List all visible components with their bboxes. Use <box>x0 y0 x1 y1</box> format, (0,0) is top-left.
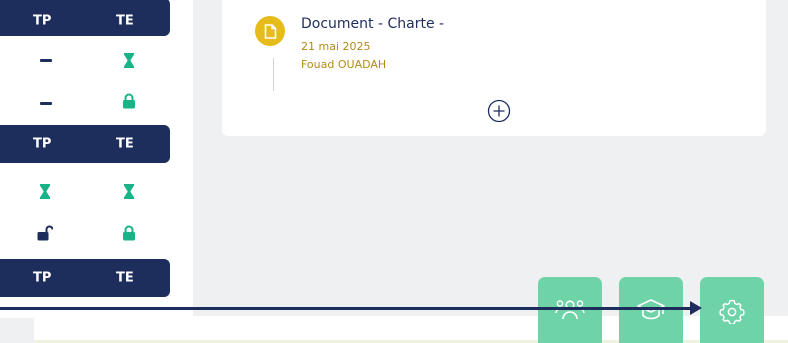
plus-circle-icon <box>487 99 511 123</box>
hourglass-icon[interactable] <box>37 183 53 199</box>
add-document-button[interactable] <box>486 98 512 124</box>
lock-closed-icon[interactable] <box>121 93 137 109</box>
dash-icon <box>38 95 54 111</box>
document-icon[interactable] <box>255 16 285 46</box>
grid-header-bottom: TP TE <box>0 259 170 297</box>
grid-header-mid: TP TE <box>0 125 170 163</box>
pointer-arrow-head <box>690 301 702 315</box>
col-te-label: TE <box>116 13 134 29</box>
lock-open-icon[interactable] <box>37 225 53 241</box>
col-te-label: TE <box>116 136 134 152</box>
education-button[interactable] <box>619 277 683 343</box>
users-icon <box>555 300 585 320</box>
lock-closed-icon[interactable] <box>121 225 137 241</box>
graduation-cap-icon <box>637 299 665 320</box>
col-tp-label: TP <box>33 270 52 286</box>
gear-icon <box>719 299 745 324</box>
document-date: 21 mai 2025 <box>301 40 371 53</box>
hourglass-icon[interactable] <box>121 52 137 68</box>
dash-icon <box>38 52 54 68</box>
col-tp-label: TP <box>33 13 52 29</box>
col-tp-label: TP <box>33 136 52 152</box>
grid-header-top: TP TE <box>0 0 170 36</box>
document-card: Document - Charte - 21 mai 2025 Fouad OU… <box>222 0 766 136</box>
document-author: Fouad OUADAH <box>301 58 387 71</box>
timeline-connector <box>273 58 274 91</box>
hourglass-icon[interactable] <box>121 183 137 199</box>
users-button[interactable] <box>538 277 602 343</box>
col-te-label: TE <box>116 270 134 286</box>
pointer-arrow-line <box>0 307 692 310</box>
settings-button[interactable] <box>700 277 764 343</box>
document-title[interactable]: Document - Charte - <box>301 16 444 32</box>
